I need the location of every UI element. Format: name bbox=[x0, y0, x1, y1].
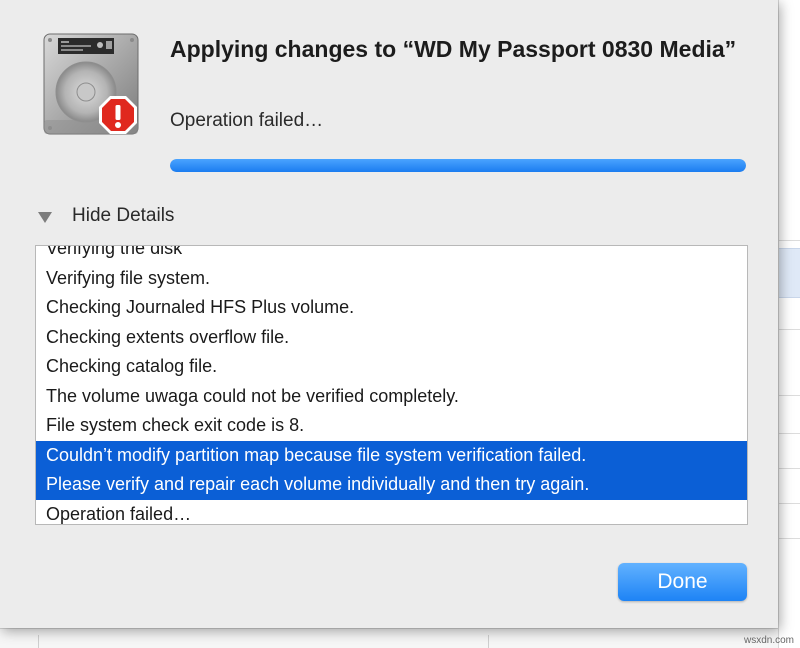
log-line[interactable]: Verifying file system. bbox=[36, 264, 747, 294]
log-line[interactable]: Operation failed… bbox=[36, 500, 747, 525]
dialog-title: Applying changes to “WD My Passport 0830… bbox=[170, 36, 737, 62]
log-line[interactable]: Checking catalog file. bbox=[36, 352, 747, 382]
background-selected-row bbox=[779, 248, 800, 298]
log-line[interactable]: Please verify and repair each volume ind… bbox=[36, 470, 747, 500]
background-row bbox=[779, 433, 800, 434]
background-footer bbox=[0, 628, 778, 648]
background-row bbox=[779, 329, 800, 330]
progress-bar-fill bbox=[170, 159, 746, 172]
error-badge-icon bbox=[99, 96, 137, 134]
log-line[interactable]: The volume uwaga could not be verified c… bbox=[36, 382, 747, 412]
background-list bbox=[778, 0, 800, 648]
background-row bbox=[779, 395, 800, 396]
log-line[interactable]: File system check exit code is 8. bbox=[36, 411, 747, 441]
log-line[interactable]: Verifying the disk bbox=[36, 246, 747, 264]
background-row bbox=[779, 538, 800, 539]
log-line[interactable]: Checking Journaled HFS Plus volume. bbox=[36, 293, 747, 323]
log-line[interactable]: Checking extents overflow file. bbox=[36, 323, 747, 353]
background-row bbox=[779, 468, 800, 469]
details-log-lines: Verifying the disk Verifying file system.… bbox=[36, 246, 747, 525]
operation-dialog: Applying changes to “WD My Passport 0830… bbox=[0, 0, 778, 628]
done-button[interactable]: Done bbox=[618, 563, 747, 601]
progress-bar bbox=[170, 159, 746, 172]
log-line[interactable]: Couldn’t modify partition map because fi… bbox=[36, 440, 747, 470]
watermark: wsxdn.com bbox=[743, 635, 794, 646]
hide-details-toggle[interactable]: Hide Details bbox=[38, 205, 174, 227]
details-log[interactable]: Verifying the disk Verifying file system.… bbox=[35, 245, 748, 525]
background-row bbox=[779, 240, 800, 241]
operation-status: Operation failed… bbox=[170, 110, 324, 131]
background-row bbox=[779, 503, 800, 504]
hide-details-label: Hide Details bbox=[72, 205, 175, 226]
disclosure-triangle-down-icon[interactable] bbox=[38, 211, 52, 223]
hard-drive-icon bbox=[43, 33, 139, 135]
